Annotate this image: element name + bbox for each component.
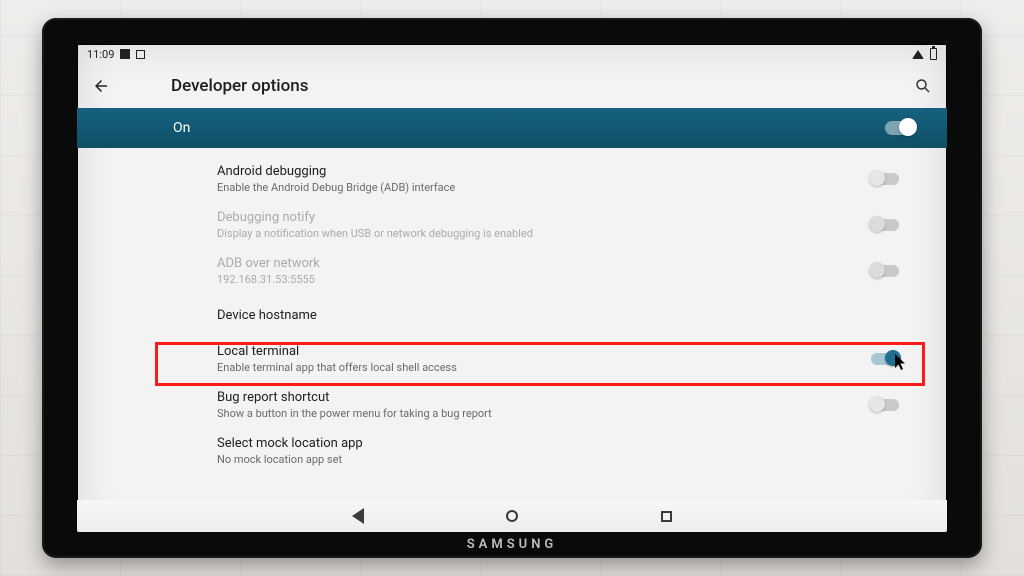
row-title: Android debugging [217,164,871,179]
switch-adb-over-network [871,265,899,277]
row-subtitle: Enable the Android Debug Bridge (ADB) in… [217,181,871,194]
search-button[interactable] [909,72,937,100]
app-bar: Developer options [77,64,947,108]
arrow-left-icon [92,77,110,95]
switch-bug-report-shortcut[interactable] [871,399,899,411]
status-bar: 11:09 [77,44,947,64]
row-title: Local terminal [217,344,871,359]
row-title: Device hostname [217,308,899,323]
status-icon-app [136,50,145,59]
row-subtitle: Show a button in the power menu for taki… [217,407,871,420]
row-title: Debugging notify [217,210,871,225]
switch-android-debugging[interactable] [871,173,899,185]
triangle-back-icon [352,508,364,524]
circle-home-icon [506,510,518,522]
row-adb-over-network: ADB over network 192.168.31.53:5555 [77,248,947,294]
row-debugging-notify: Debugging notify Display a notification … [77,202,947,248]
switch-debugging-notify [871,219,899,231]
status-icon-alarm [120,49,130,59]
back-button[interactable] [87,72,115,100]
nav-back-button[interactable] [351,509,365,523]
row-title: Bug report shortcut [217,390,871,405]
navigation-bar [77,500,947,532]
wifi-icon [912,50,924,59]
page-title: Developer options [171,76,308,96]
battery-icon [930,48,937,60]
tv-bezel: 11:09 Developer options [42,18,982,558]
photo-frame: 11:09 Developer options [0,0,1024,576]
master-toggle-switch[interactable] [885,121,915,135]
row-subtitle: 192.168.31.53:5555 [217,273,871,286]
search-icon [914,77,932,95]
row-title: Select mock location app [217,436,899,451]
row-device-hostname[interactable]: Device hostname [77,294,947,336]
master-toggle-label: On [173,120,885,136]
row-subtitle: No mock location app set [217,453,899,466]
row-subtitle: Enable terminal app that offers local sh… [217,361,871,374]
status-time: 11:09 [87,48,114,61]
row-title: ADB over network [217,256,871,271]
row-select-mock-location[interactable]: Select mock location app No mock locatio… [77,428,947,474]
master-toggle-row[interactable]: On [77,108,947,148]
android-screen: 11:09 Developer options [77,44,947,532]
settings-list: Android debugging Enable the Android Deb… [77,148,947,474]
square-recent-icon [661,511,672,522]
row-subtitle: Display a notification when USB or netwo… [217,227,871,240]
switch-local-terminal[interactable] [871,353,899,365]
tv-brand-logo: SAMSUNG [467,537,558,552]
nav-home-button[interactable] [505,509,519,523]
row-local-terminal[interactable]: Local terminal Enable terminal app that … [77,336,947,382]
nav-recent-button[interactable] [659,509,673,523]
row-bug-report-shortcut[interactable]: Bug report shortcut Show a button in the… [77,382,947,428]
row-android-debugging[interactable]: Android debugging Enable the Android Deb… [77,156,947,202]
